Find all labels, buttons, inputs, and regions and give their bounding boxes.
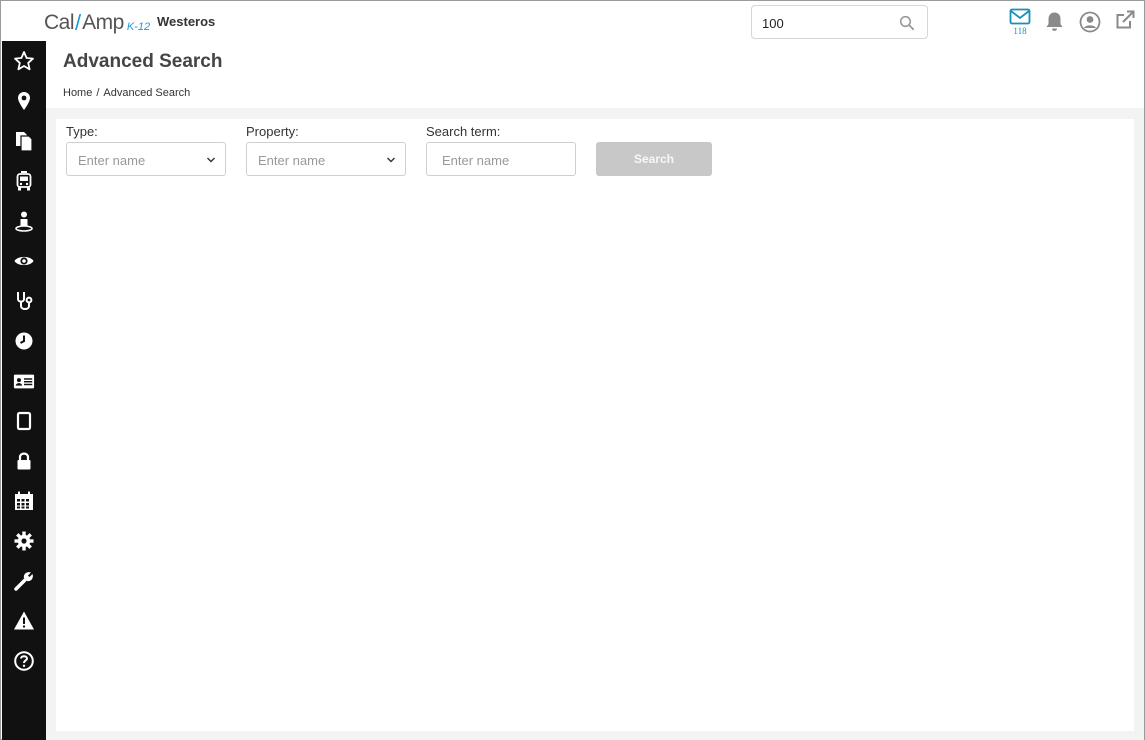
page-header: Advanced Search Home / Advanced Search: [46, 41, 1144, 108]
type-select[interactable]: Enter name: [66, 142, 226, 176]
search-term-input[interactable]: Enter name: [426, 142, 576, 176]
star-icon: [14, 51, 34, 71]
search-icon[interactable]: [899, 15, 915, 31]
external-link-icon[interactable]: [1114, 9, 1136, 31]
calamp-logo[interactable]: Cal / Amp K-12: [44, 9, 150, 35]
sidebar-item-settings[interactable]: [2, 521, 46, 561]
documents-icon: [16, 132, 33, 152]
logo-slash: /: [75, 10, 82, 35]
mail-icon[interactable]: [1009, 8, 1031, 26]
bell-icon[interactable]: [1044, 11, 1065, 33]
bus-icon: [16, 171, 32, 191]
sidebar-item-security[interactable]: [2, 441, 46, 481]
driver-icon: [15, 211, 33, 232]
eye-icon: [14, 256, 34, 266]
stethoscope-icon: [17, 292, 33, 310]
type-placeholder: Enter name: [78, 153, 146, 168]
warning-icon: [14, 611, 34, 630]
property-select[interactable]: Enter name: [246, 142, 406, 176]
mail-count-badge: 118: [1013, 26, 1027, 36]
organization-name[interactable]: Westeros: [157, 14, 215, 29]
sidebar-item-monitor[interactable]: [2, 241, 46, 281]
global-search[interactable]: [751, 5, 928, 39]
sidebar-item-map[interactable]: [2, 81, 46, 121]
property-label: Property:: [246, 124, 299, 139]
search-button[interactable]: Search: [596, 142, 712, 176]
map-pin-icon: [18, 92, 30, 110]
property-placeholder: Enter name: [258, 153, 326, 168]
sidebar-item-id-cards[interactable]: [2, 361, 46, 401]
search-term-label: Search term:: [426, 124, 501, 139]
sidebar-item-maintenance[interactable]: [2, 561, 46, 601]
sidebar: [2, 41, 46, 740]
sidebar-item-help[interactable]: [2, 641, 46, 681]
logo-text-left: Cal: [44, 11, 75, 34]
wrench-icon: [14, 572, 33, 591]
id-card-icon: [13, 374, 35, 389]
top-bar: Cal / Amp K-12 Westeros 118: [1, 1, 1144, 41]
breadcrumb-home[interactable]: Home: [63, 87, 92, 99]
sidebar-item-alerts[interactable]: [2, 601, 46, 641]
logo-text-right: Amp: [82, 11, 124, 34]
sidebar-item-drivers[interactable]: [2, 201, 46, 241]
gear-icon: [14, 531, 34, 551]
type-label: Type:: [66, 124, 98, 139]
breadcrumb-separator: /: [96, 87, 100, 99]
calendar-icon: [15, 491, 33, 510]
clock-icon: [15, 332, 33, 350]
sidebar-item-vehicles[interactable]: [2, 161, 46, 201]
chevron-down-icon: [207, 157, 215, 163]
sidebar-item-calendar[interactable]: [2, 481, 46, 521]
help-icon: [14, 651, 34, 671]
breadcrumb-current: Advanced Search: [103, 87, 191, 99]
global-search-input[interactable]: [762, 14, 892, 32]
app-window: Cal / Amp K-12 Westeros 118: [0, 0, 1145, 740]
main-content: Advanced Search Home / Advanced Search Typ…: [46, 41, 1144, 740]
lock-icon: [17, 452, 31, 470]
sidebar-item-health[interactable]: [2, 281, 46, 321]
page-title: Advanced Search: [63, 51, 223, 72]
tablet-icon: [16, 411, 32, 431]
search-panel: Type: Enter name Property: Enter name Se…: [56, 119, 1134, 731]
logo-subtext: K-12: [126, 21, 151, 33]
sidebar-item-favorites[interactable]: [2, 41, 46, 81]
chevron-down-icon: [387, 157, 395, 163]
search-term-placeholder: Enter name: [442, 153, 510, 168]
sidebar-item-documents[interactable]: [2, 121, 46, 161]
sidebar-item-devices[interactable]: [2, 401, 46, 441]
sidebar-item-history[interactable]: [2, 321, 46, 361]
breadcrumb: Home / Advanced Search: [63, 87, 190, 99]
user-circle-icon[interactable]: [1079, 11, 1101, 33]
